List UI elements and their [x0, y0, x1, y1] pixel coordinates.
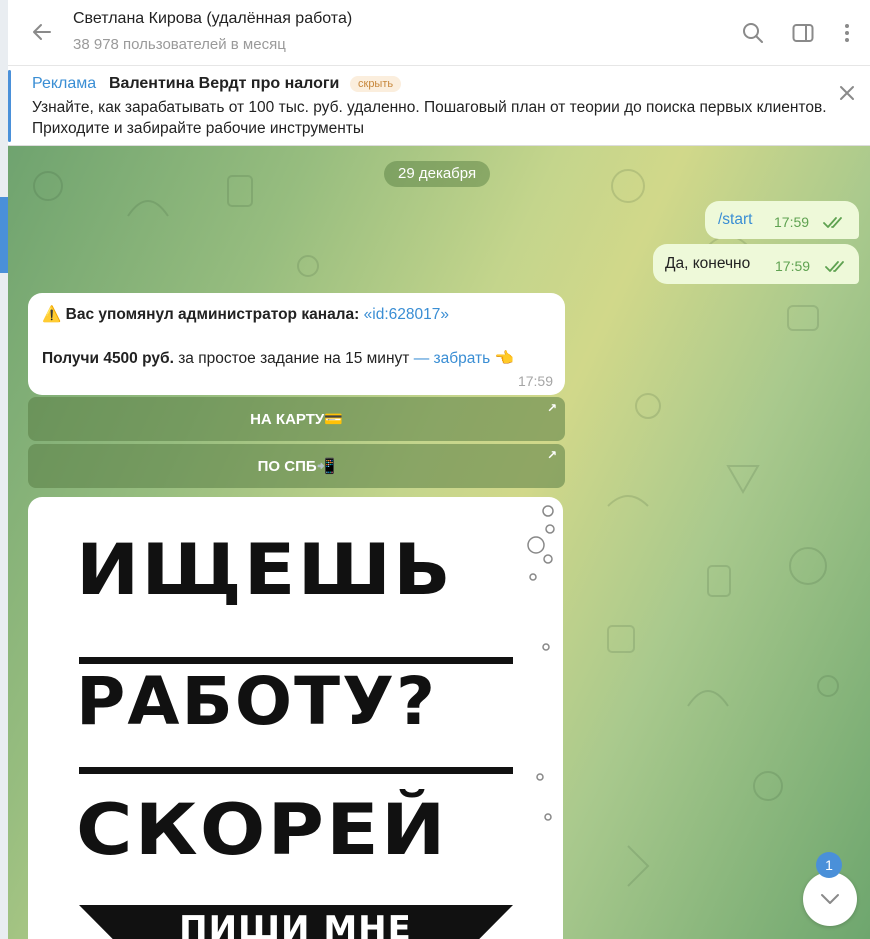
button-label: ПО СПБ📲 — [257, 458, 336, 475]
photo-message[interactable]: ИЩЕШЬ РАБОТУ? СКОРЕЙ ПИШИ МНЕ — [28, 497, 563, 939]
chat-area[interactable]: 29 декабря /start 17:59 Да, конечно 17:5… — [8, 146, 870, 939]
warning-icon: ⚠️ — [42, 306, 62, 323]
ad-text: Узнайте, как зарабатывать от 100 тыс. ру… — [32, 99, 827, 137]
search-button[interactable] — [740, 20, 766, 46]
back-button[interactable] — [28, 18, 56, 46]
outgoing-message[interactable]: Да, конечно 17:59 — [653, 244, 859, 284]
chat-title[interactable]: Светлана Кирова (удалённая работа) — [73, 10, 352, 28]
close-icon — [840, 86, 854, 100]
back-arrow-icon — [33, 24, 51, 40]
photo-banner-text: ПИШИ МНЕ — [179, 909, 412, 939]
incoming-message[interactable]: ⚠️ Вас упомянул администратор канала: «i… — [28, 293, 565, 395]
message-line-2: Получи 4500 руб. за простое задание на 1… — [42, 349, 514, 368]
pointing-hand-icon: 👈 — [494, 350, 514, 367]
left-panel-accent — [0, 197, 8, 273]
sponsored-bar-edge — [8, 70, 11, 142]
outgoing-message[interactable]: /start 17:59 — [705, 201, 859, 239]
channel-id-link[interactable]: «id:628017» — [364, 306, 449, 323]
message-time: 17:59 — [774, 214, 810, 230]
ad-label: Реклама — [32, 75, 97, 92]
external-link-icon: ↗ — [546, 448, 557, 462]
double-check-icon — [823, 217, 842, 228]
sponsored-bar[interactable]: Реклама Валентина Вердт про налоги скрыт… — [8, 66, 870, 146]
double-check-icon — [825, 261, 844, 272]
button-label: НА КАРТУ💳 — [250, 411, 343, 428]
unread-badge: 1 — [816, 852, 842, 878]
claim-link[interactable]: — забрать — [414, 350, 491, 367]
photo-headline-2: РАБОТУ? — [76, 663, 438, 740]
ad-title[interactable]: Валентина Вердт про налоги — [109, 75, 339, 93]
search-icon — [743, 23, 763, 43]
mention-text: Вас упомянул администратор канала: — [65, 306, 360, 323]
message-time: 17:59 — [775, 258, 811, 274]
inline-button-sbp[interactable]: ПО СПБ📲 ↗ — [28, 444, 565, 488]
more-menu-button[interactable] — [834, 20, 860, 46]
chevron-down-icon — [821, 894, 839, 904]
ad-hide-button[interactable]: скрыть — [350, 76, 402, 92]
more-vertical-icon — [845, 24, 849, 42]
offer-text: за простое задание на 15 минут — [178, 350, 410, 367]
photo-headline-3: СКОРЕЙ — [76, 789, 448, 871]
sidebar-toggle-icon — [792, 24, 814, 42]
offer-amount: Получи 4500 руб. — [42, 350, 174, 367]
sidebar-toggle-button[interactable] — [790, 20, 816, 46]
inline-button-card[interactable]: НА КАРТУ💳 ↗ — [28, 397, 565, 441]
ad-close-button[interactable] — [836, 82, 858, 104]
scroll-to-bottom-button[interactable] — [803, 872, 857, 926]
external-link-icon: ↗ — [546, 401, 557, 415]
command-link[interactable]: /start — [718, 211, 752, 229]
photo-rule-2 — [79, 767, 513, 774]
chat-subtitle: 38 978 пользователей в месяц — [73, 36, 286, 53]
message-time: 17:59 — [517, 373, 553, 389]
chat-header: Светлана Кирова (удалённая работа) 38 97… — [8, 0, 870, 66]
photo-headline-1: ИЩЕШЬ — [76, 529, 453, 611]
left-panel-edge — [0, 0, 8, 939]
message-line-1: ⚠️ Вас упомянул администратор канала: «i… — [42, 305, 449, 324]
date-separator: 29 декабря — [384, 161, 491, 187]
message-text: Да, конечно — [665, 255, 751, 272]
